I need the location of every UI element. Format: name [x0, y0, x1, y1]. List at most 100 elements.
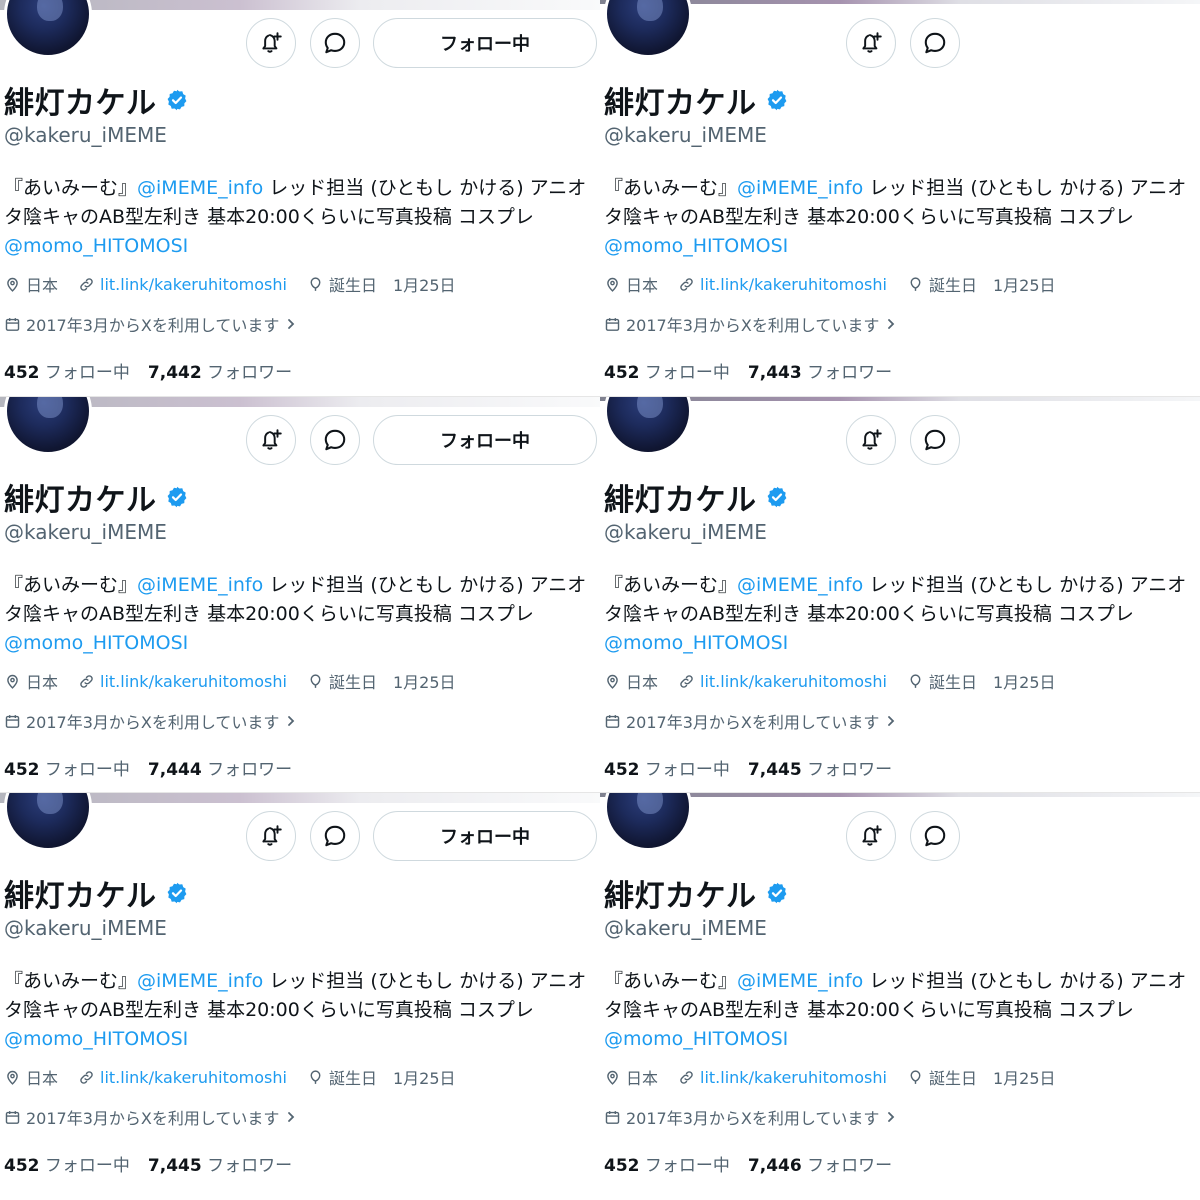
verified-badge-icon[interactable]	[165, 881, 189, 905]
joined-date[interactable]: 2017年3月からXを利用しています	[4, 709, 302, 733]
joined-text: 2017年3月からXを利用しています	[26, 1109, 280, 1128]
website-link[interactable]: lit.link/kakeruhitomoshi	[100, 275, 287, 294]
followers-label: フォロワー	[207, 363, 293, 383]
following-button[interactable]: フォロー中	[373, 811, 597, 861]
following-stat[interactable]: 452 フォロー中	[4, 1156, 130, 1176]
message-button[interactable]	[910, 18, 960, 68]
bio-mention-imeme-info[interactable]: @iMEME_info	[737, 574, 863, 596]
birthday-label: 誕生日	[328, 1069, 377, 1088]
verified-badge-icon[interactable]	[765, 881, 789, 905]
website-link[interactable]: lit.link/kakeruhitomoshi	[100, 1068, 287, 1087]
message-icon	[924, 32, 946, 54]
bell-plus-icon	[862, 429, 882, 450]
website[interactable]: lit.link/kakeruhitomoshi	[678, 275, 887, 294]
link-icon	[80, 674, 93, 688]
joined-date[interactable]: 2017年3月からXを利用しています	[604, 709, 902, 733]
message-button[interactable]	[310, 811, 360, 861]
profile-meta: 日本 lit.link/kakeruhitomoshi 誕生日 1月25日	[604, 669, 1076, 693]
message-button[interactable]	[910, 811, 960, 861]
following-label: フォロー中	[644, 1156, 730, 1176]
followers-count: 7,445	[147, 1156, 202, 1176]
message-icon	[324, 32, 346, 54]
following-button[interactable]: フォロー中	[373, 18, 597, 68]
message-button[interactable]	[310, 415, 360, 465]
website-link[interactable]: lit.link/kakeruhitomoshi	[100, 672, 287, 691]
avatar[interactable]	[4, 793, 92, 851]
website[interactable]: lit.link/kakeruhitomoshi	[78, 672, 287, 691]
message-icon	[324, 429, 346, 451]
website-link[interactable]: lit.link/kakeruhitomoshi	[700, 672, 887, 691]
website[interactable]: lit.link/kakeruhitomoshi	[78, 275, 287, 294]
website[interactable]: lit.link/kakeruhitomoshi	[678, 1068, 887, 1087]
notification-button[interactable]	[846, 811, 896, 861]
display-name-row: 緋灯カケル	[4, 871, 189, 915]
joined-date[interactable]: 2017年3月からXを利用しています	[604, 1105, 902, 1129]
notification-button[interactable]	[846, 18, 896, 68]
verified-badge-icon[interactable]	[765, 485, 789, 509]
joined-text: 2017年3月からXを利用しています	[626, 1109, 880, 1128]
following-stat[interactable]: 452 フォロー中	[4, 363, 130, 383]
bio-mention-momo[interactable]: @momo_HITOMOSI	[4, 1028, 188, 1050]
notification-button[interactable]	[246, 18, 296, 68]
following-count: 452	[604, 1156, 640, 1176]
notification-button[interactable]	[246, 415, 296, 465]
following-stat[interactable]: 452 フォロー中	[604, 363, 730, 383]
notification-button[interactable]	[846, 415, 896, 465]
calendar-icon	[5, 1110, 20, 1124]
followers-stat[interactable]: 7,444 フォロワー	[148, 760, 292, 780]
profile-panel: フォロー中 緋灯カケル @kakeru_iMEME 『あいみーむ』@iMEME_…	[600, 396, 1200, 792]
bio-mention-imeme-info[interactable]: @iMEME_info	[137, 574, 263, 596]
joined-date[interactable]: 2017年3月からXを利用しています	[4, 1105, 302, 1129]
avatar[interactable]	[4, 0, 92, 58]
display-name-row: 緋灯カケル	[4, 475, 189, 519]
followers-count: 7,442	[147, 363, 202, 383]
message-button[interactable]	[310, 18, 360, 68]
followers-stat[interactable]: 7,443 フォロワー	[748, 363, 892, 383]
verified-badge-icon[interactable]	[165, 88, 189, 112]
website-link[interactable]: lit.link/kakeruhitomoshi	[700, 1068, 887, 1087]
website-link[interactable]: lit.link/kakeruhitomoshi	[700, 275, 887, 294]
avatar[interactable]	[604, 397, 692, 455]
bio-mention-imeme-info[interactable]: @iMEME_info	[737, 970, 863, 992]
avatar[interactable]	[4, 397, 92, 455]
notification-button[interactable]	[246, 811, 296, 861]
balloon-icon	[910, 673, 921, 688]
chevron-right-icon	[288, 319, 295, 329]
bio-mention-imeme-info[interactable]: @iMEME_info	[137, 177, 263, 199]
followers-stat[interactable]: 7,445 フォロワー	[748, 760, 892, 780]
bio-mention-momo[interactable]: @momo_HITOMOSI	[604, 632, 788, 654]
bio: 『あいみーむ』@iMEME_info レッド担当 (ひともし かける) アニオタ…	[4, 967, 596, 1054]
joined-date[interactable]: 2017年3月からXを利用しています	[4, 312, 302, 336]
bio-mention-momo[interactable]: @momo_HITOMOSI	[604, 1028, 788, 1050]
profile-meta: 日本 lit.link/kakeruhitomoshi 誕生日 1月25日	[4, 272, 476, 296]
bio-mention-momo[interactable]: @momo_HITOMOSI	[4, 632, 188, 654]
birthday-label: 誕生日	[928, 673, 977, 692]
joined-date[interactable]: 2017年3月からXを利用しています	[604, 312, 902, 336]
bio-prefix: 『あいみーむ』	[4, 177, 138, 199]
following-stat[interactable]: 452 フォロー中	[4, 760, 130, 780]
verified-badge-icon[interactable]	[765, 88, 789, 112]
following-stat[interactable]: 452 フォロー中	[604, 1156, 730, 1176]
following-stat[interactable]: 452 フォロー中	[604, 760, 730, 780]
followers-stat[interactable]: 7,446 フォロワー	[748, 1156, 892, 1176]
bio-mention-imeme-info[interactable]: @iMEME_info	[137, 970, 263, 992]
website[interactable]: lit.link/kakeruhitomoshi	[78, 1068, 287, 1087]
avatar[interactable]	[604, 793, 692, 851]
verified-badge-icon[interactable]	[165, 485, 189, 509]
followers-stat[interactable]: 7,442 フォロワー	[148, 363, 292, 383]
handle: @kakeru_iMEME	[604, 916, 767, 940]
bio-mention-imeme-info[interactable]: @iMEME_info	[737, 177, 863, 199]
calendar-icon	[5, 714, 20, 728]
bio-mention-momo[interactable]: @momo_HITOMOSI	[604, 235, 788, 257]
following-button[interactable]: フォロー中	[373, 415, 597, 465]
avatar[interactable]	[604, 0, 692, 58]
bio-mention-momo[interactable]: @momo_HITOMOSI	[4, 235, 188, 257]
followers-count: 7,445	[747, 760, 802, 780]
display-name-row: 緋灯カケル	[604, 475, 789, 519]
followers-stat[interactable]: 7,445 フォロワー	[148, 1156, 292, 1176]
bell-plus-icon	[862, 32, 882, 53]
follow-stats: 452 フォロー中 7,445 フォロワー	[4, 1151, 292, 1176]
website[interactable]: lit.link/kakeruhitomoshi	[678, 672, 887, 691]
profile-panel: フォロー中 緋灯カケル @kakeru_iMEME 『あいみーむ』@iMEME_…	[600, 0, 1200, 396]
message-button[interactable]	[910, 415, 960, 465]
